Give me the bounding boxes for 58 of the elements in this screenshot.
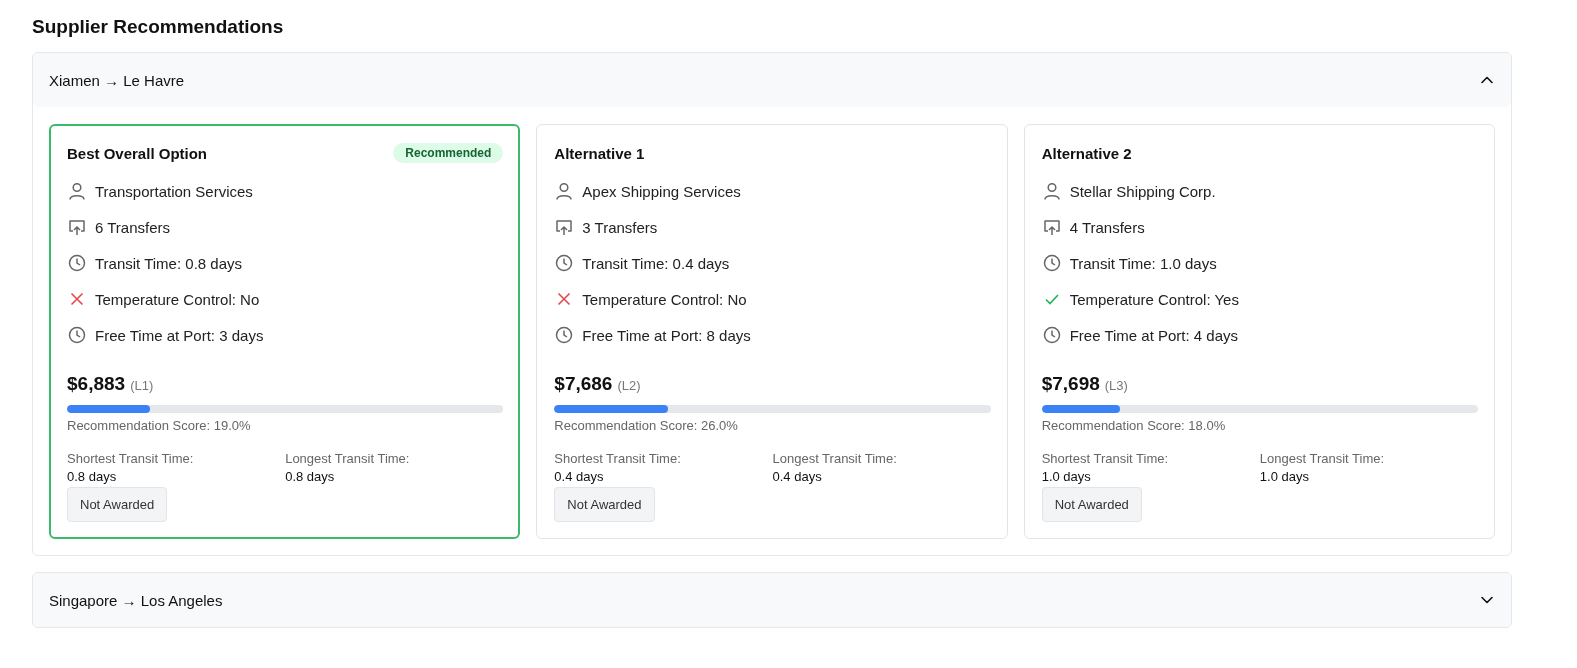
detail-text: Temperature Control: Yes (1069, 290, 1239, 308)
screen-arrow-icon (67, 217, 87, 237)
clock-icon (67, 253, 87, 273)
stat-label: Longest Transit Time: (1259, 451, 1386, 466)
stat-value: 0.8 days (67, 469, 118, 484)
clock-icon (554, 325, 575, 345)
detail-text: Transit Time: 0.8 days (95, 254, 242, 272)
stat-value: 0.4 days (554, 469, 605, 484)
award-status-button[interactable]: Not Awarded (67, 487, 168, 522)
person-icon (554, 181, 575, 201)
stat-label: Longest Transit Time: (285, 451, 411, 466)
score-text: Recommendation Score: 19.0% (67, 418, 252, 433)
person-icon (67, 181, 87, 201)
stat-label: Shortest Transit Time: (67, 451, 195, 466)
detail-text: 3 Transfers (582, 218, 658, 236)
price: $7,698 (1041, 373, 1100, 395)
stat-label: Shortest Transit Time: (1041, 451, 1170, 466)
screen-arrow-icon (1041, 217, 1062, 237)
detail-text: Temperature Control: No (95, 290, 260, 308)
detail-text: Free Time at Port: 8 days (582, 326, 751, 344)
detail-text: Transit Time: 1.0 days (1069, 254, 1217, 272)
rank-label: (L3) (1104, 378, 1128, 393)
score-text: Recommendation Score: 26.0% (554, 418, 739, 433)
card-title: Alternative 2 (1041, 144, 1132, 162)
clock-icon (67, 325, 87, 345)
stat-value: 1.0 days (1041, 469, 1092, 484)
detail-text: Free Time at Port: 3 days (95, 326, 264, 344)
score-text: Recommendation Score: 18.0% (1041, 418, 1227, 433)
stat-value: 0.4 days (772, 469, 823, 484)
recommended-badge: Recommended (393, 143, 504, 163)
stat-label: Longest Transit Time: (772, 451, 898, 466)
detail-text: 6 Transfers (95, 218, 171, 236)
award-status-button[interactable]: Not Awarded (1041, 487, 1142, 522)
detail-text: 4 Transfers (1069, 218, 1145, 236)
stat-value: 1.0 days (1259, 469, 1310, 484)
detail-text: Apex Shipping Services (582, 182, 741, 200)
route-header[interactable]: Singapore → Los Angeles (33, 573, 1511, 627)
price: $7,686 (554, 373, 613, 395)
rank-label: (L2) (617, 378, 641, 393)
route-header[interactable]: Xiamen → Le Havre (33, 53, 1511, 107)
detail-text: Transit Time: 0.4 days (582, 254, 730, 272)
detail-text: Stellar Shipping Corp. (1069, 182, 1216, 200)
award-status-button[interactable]: Not Awarded (554, 487, 655, 522)
person-icon (1041, 181, 1062, 201)
clock-icon (1041, 253, 1062, 273)
clock-icon (1041, 325, 1062, 345)
page-title: Supplier Recommendations (32, 16, 285, 38)
card-title: Alternative 1 (554, 144, 645, 162)
clock-icon (554, 253, 575, 273)
detail-text: Transportation Services (95, 182, 253, 200)
screen-arrow-icon (554, 217, 575, 237)
detail-text: Temperature Control: No (582, 290, 747, 308)
card-title: Best Overall Option (67, 144, 208, 162)
stat-value: 0.8 days (285, 469, 336, 484)
stat-label: Shortest Transit Time: (554, 451, 682, 466)
rank-label: (L1) (130, 378, 154, 393)
price: $6,883 (67, 373, 126, 395)
detail-text: Free Time at Port: 4 days (1069, 326, 1239, 344)
